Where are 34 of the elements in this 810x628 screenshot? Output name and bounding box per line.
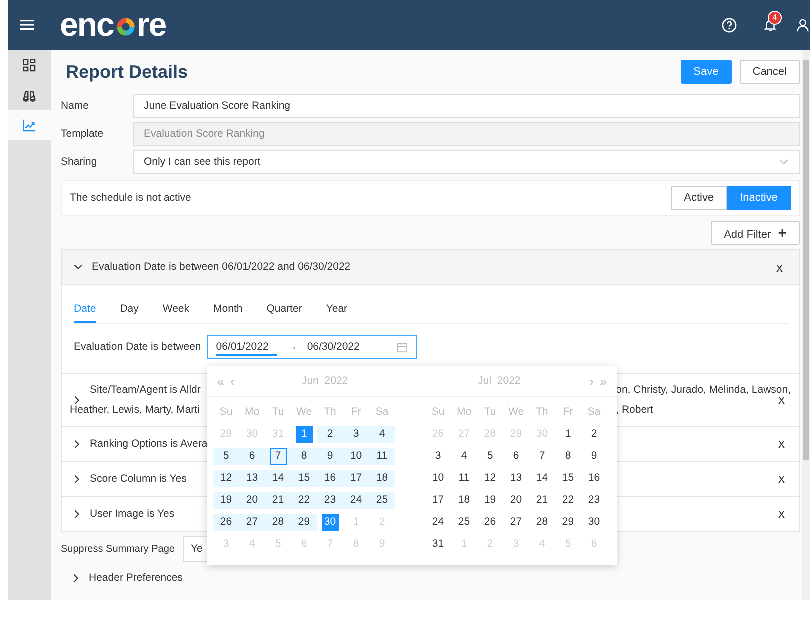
filter-text: on, Christy, Jurado, Melinda, Lawson, <box>616 383 791 397</box>
weekday-label: Mo <box>244 406 261 418</box>
weekday-label: We <box>507 406 526 418</box>
filter-text: Ranking Options is Avera <box>90 437 208 452</box>
weekday-label: Th <box>535 406 550 418</box>
weekday-label: Tu <box>271 406 286 418</box>
filter-text: , Robert <box>616 403 654 418</box>
field-label: Sharing <box>61 156 98 168</box>
weekday-label: Fr <box>562 406 574 418</box>
notification-badge: 4 <box>768 10 782 24</box>
field-label: Evaluation Date is between <box>74 341 202 353</box>
field-label: Template <box>61 128 105 140</box>
field-label: Suppress Summary Page <box>61 544 175 554</box>
weekday-label: Fr <box>350 406 362 418</box>
weekday-label: Sa <box>374 406 390 418</box>
weekday-label: Mo <box>456 406 473 418</box>
filter-text: User Image is Yes <box>90 507 175 522</box>
page-title: Report Details <box>66 62 188 82</box>
field-label: Name <box>61 100 90 112</box>
filter-title: Evaluation Date is between 06/01/2022 and 06/30/2022 <box>92 261 351 273</box>
weekday-label: We <box>295 406 314 418</box>
logo-text: re <box>136 6 166 44</box>
weekday-label: Th <box>323 406 338 418</box>
weekday-label: Su <box>430 406 446 418</box>
month-title: Jun 2022 <box>300 375 350 387</box>
weekday-label: Sa <box>586 406 602 418</box>
schedule-status: The schedule is not active <box>70 192 192 204</box>
weekday-label: Tu <box>483 406 498 418</box>
filter-text: Heather, Lewis, Marty, Marti <box>70 403 201 418</box>
weekday-label: Su <box>218 406 234 418</box>
month-title: Jul 2022 <box>477 375 522 387</box>
logo-text: enc <box>60 6 114 44</box>
filter-text: Site/Team/Agent is Alldr <box>90 383 201 398</box>
filter-text: Score Column is Yes <box>90 472 187 487</box>
